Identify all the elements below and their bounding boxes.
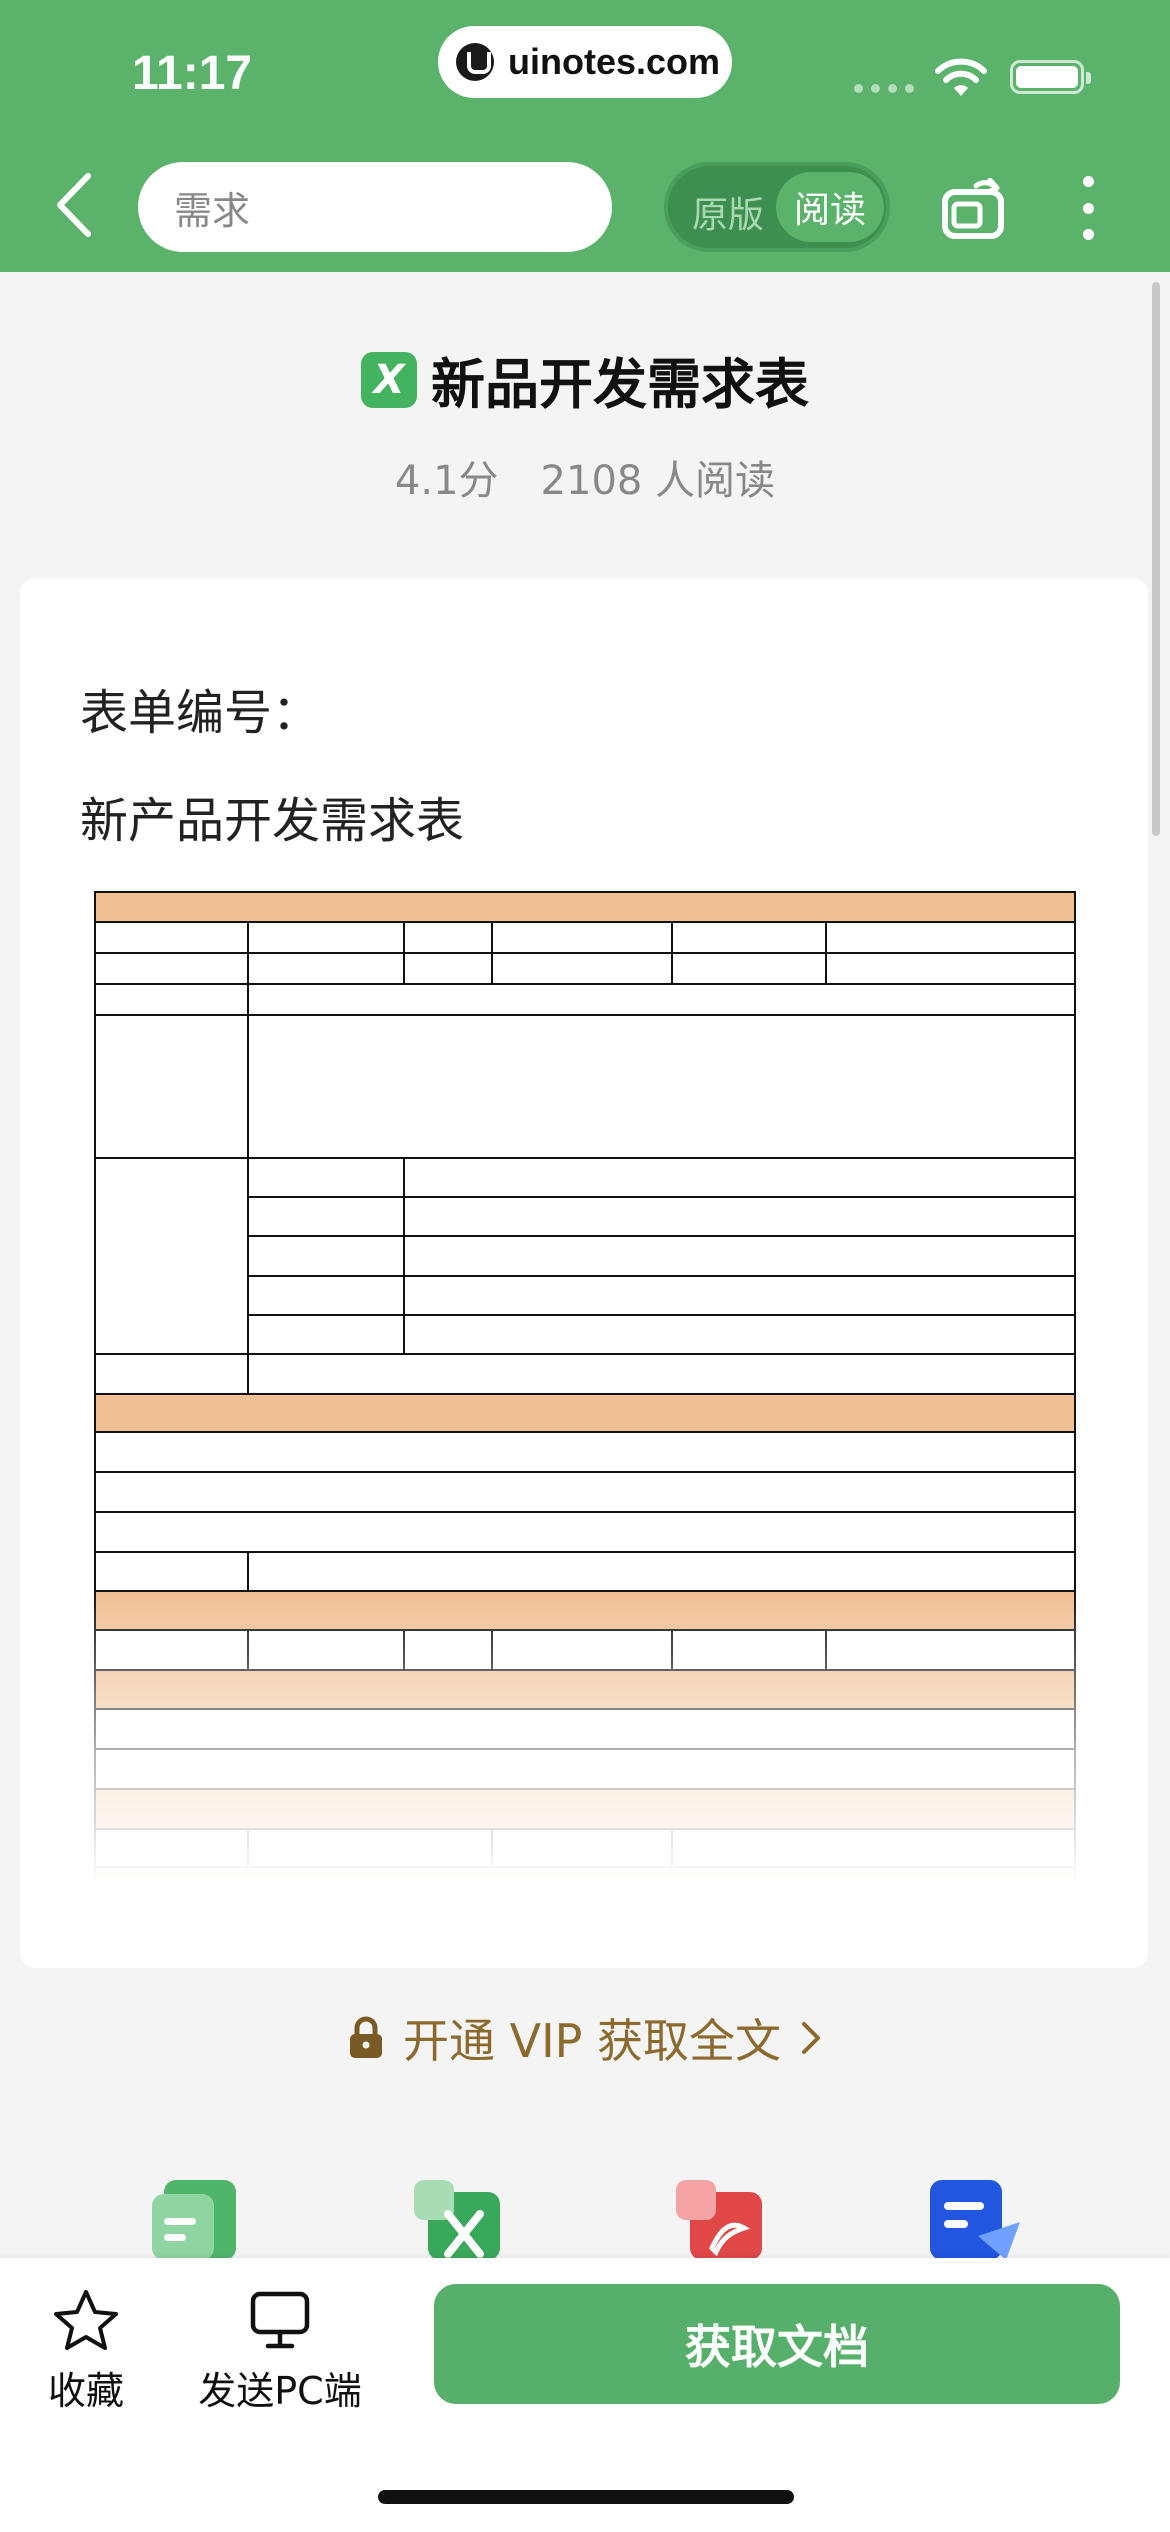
monitor-icon	[250, 2291, 310, 2349]
to-word-icon[interactable]	[930, 2180, 1022, 2260]
favorite-label: 收藏	[47, 2369, 124, 2413]
search-value: 需求	[174, 188, 251, 233]
get-document-button[interactable]: 获取文档	[434, 2284, 1120, 2404]
excel-file-icon: X	[361, 351, 417, 408]
star-icon	[54, 2290, 118, 2350]
doc-read-count: 2108 人阅读	[540, 458, 776, 504]
form-number-label: 表单编号：	[80, 685, 321, 741]
battery-icon	[1010, 60, 1091, 94]
mode-reading-option[interactable]: 阅读	[776, 172, 884, 242]
doc-meta: 4.1分 2108 人阅读	[0, 448, 1170, 506]
back-chevron-icon[interactable]	[50, 170, 100, 240]
preview-fade-overlay	[20, 1588, 1148, 1968]
conversion-tools-row	[0, 2180, 1170, 2260]
send-to-pc-button[interactable]: 发送PC端	[190, 2288, 370, 2415]
document-preview[interactable]: 表单编号： 新产品开发需求表	[20, 578, 1148, 1968]
page-title: 新品开发需求表	[431, 353, 809, 416]
search-input[interactable]: 需求	[138, 162, 612, 252]
doc-rating: 4.1分	[394, 458, 499, 504]
to-pdf-icon[interactable]	[672, 2180, 764, 2260]
to-excel-icon[interactable]	[410, 2180, 502, 2260]
doc-title-row: X 新品开发需求表	[0, 340, 1170, 419]
more-vertical-icon[interactable]	[1076, 176, 1100, 240]
status-time: 11:17	[132, 47, 253, 100]
doc-to-text-icon[interactable]	[148, 2180, 240, 2260]
vip-link-label: 开通 VIP 获取全文	[402, 2014, 782, 2068]
site-logo-icon	[456, 43, 494, 81]
url-pill[interactable]: uinotes.com	[438, 26, 732, 98]
url-text: uinotes.com	[508, 41, 721, 82]
chevron-right-icon	[802, 2022, 821, 2054]
home-indicator[interactable]	[378, 2490, 794, 2504]
send-to-pc-label: 发送PC端	[198, 2369, 362, 2413]
lock-icon	[349, 2016, 382, 2058]
favorite-button[interactable]: 收藏	[46, 2288, 126, 2415]
view-mode-toggle[interactable]: 原版 阅读	[664, 162, 890, 252]
mode-original-option[interactable]: 原版	[692, 186, 764, 238]
wifi-icon	[935, 58, 987, 96]
top-bar: 11:17 uinotes.com 需求 原版 阅读	[0, 0, 1170, 272]
rotate-screen-icon[interactable]	[940, 178, 1006, 240]
signal-dots-icon	[854, 84, 914, 93]
form-heading: 新产品开发需求表	[80, 793, 465, 849]
vip-unlock-link[interactable]: 开通 VIP 获取全文	[0, 2005, 1170, 2071]
